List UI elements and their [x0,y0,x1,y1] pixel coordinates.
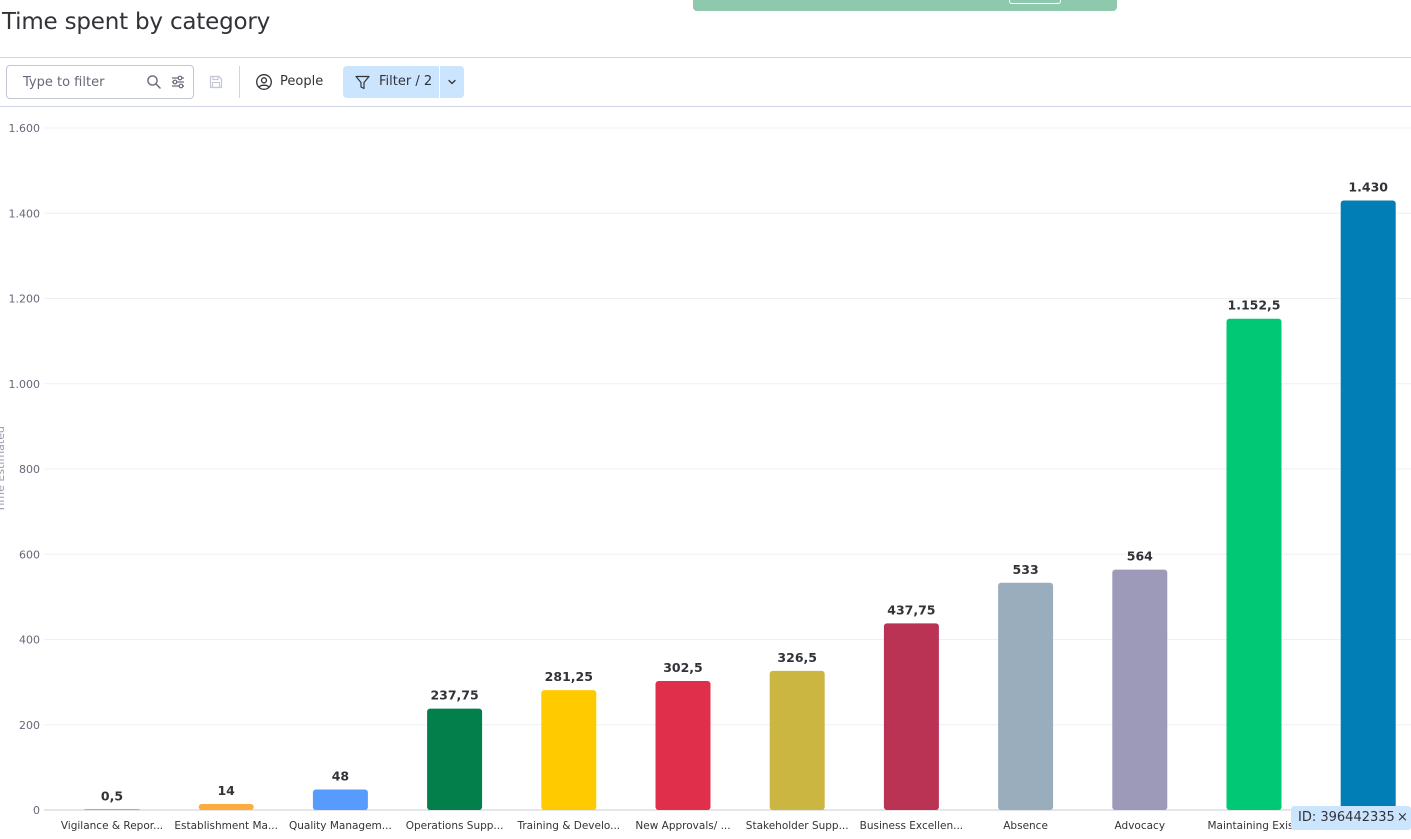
x-tick-label: Establishment Ma... [174,820,278,832]
x-tick-label: Absence [1003,820,1048,832]
y-tick-label: 1.000 [9,378,41,391]
bar-value-label: 1.430 [1348,179,1388,194]
y-tick-label: 1.200 [9,293,41,306]
bar-value-label: 1.152,5 [1228,298,1281,313]
bar-chart: 0 200 400 600 800 1.000 1.200 1.400 1.600 Time Es… [0,107,1411,839]
toolbar: Type to filter People Filter / 2 [0,58,1411,106]
x-tick-label: Quality Managem... [289,820,392,832]
bar [883,623,939,810]
search-placeholder: Type to filter [23,75,105,90]
person-circle-icon [256,74,272,90]
bar-value-label: 533 [1013,562,1039,577]
filter-button[interactable]: Filter / 2 [343,66,439,98]
bar-value-label: 564 [1127,549,1153,564]
bar [198,804,254,810]
x-tick-label: Maintaining Existi [1207,820,1300,832]
id-badge: ID: 396442335 × [1291,806,1411,830]
bar-value-label: 0,5 [101,788,123,803]
x-tick-label: Stakeholder Supp... [746,820,849,832]
search-input[interactable]: Type to filter [6,65,194,99]
x-tick-label: Training & Develo... [516,820,620,832]
y-tick-label: 400 [19,634,40,647]
y-tick-label: 200 [19,719,40,732]
x-tick-label: Operations Supp... [406,820,504,832]
bar [84,809,140,810]
bar-value-label: 48 [332,769,349,784]
x-tick-label: New Approvals/ ... [635,820,730,832]
toast-notification [693,0,1117,11]
bar-value-label: 302,5 [663,660,703,675]
bar-value-label: 281,25 [545,669,593,684]
sliders-icon[interactable] [170,74,186,90]
x-tick-label: Vigilance & Repor... [61,820,163,832]
bar [427,708,483,810]
x-tick-label: Business Excellen... [860,820,964,832]
bar [1226,318,1282,810]
y-tick-label: 1.600 [9,122,41,135]
bar [655,681,711,810]
bar-value-label: 237,75 [430,688,478,703]
toolbar-separator [239,66,240,98]
y-tick-label: 600 [19,548,40,561]
save-icon[interactable] [208,74,224,90]
y-tick-label: 800 [19,463,40,476]
filter-dropdown-button[interactable] [440,66,464,98]
y-tick-label: 1.400 [9,207,41,220]
people-filter-button[interactable]: People [248,66,332,98]
y-tick-label: 0 [33,804,40,817]
bar [769,670,825,810]
bar-value-label: 326,5 [777,650,817,665]
toast-action-button[interactable] [1009,0,1061,4]
filter-label: Filter / 2 [379,74,433,89]
people-label: People [280,74,324,89]
chevron-down-icon [448,79,456,85]
funnel-icon [355,75,370,90]
id-text: ID: 396442335 [1298,810,1395,825]
chart-canvas: 0 200 400 600 800 1.000 1.200 1.400 1.600 Time Es… [0,122,1411,832]
bar-value-label: 437,75 [887,602,935,617]
search-icon[interactable] [146,74,162,90]
bar-value-label: 14 [217,783,235,798]
bar [312,789,368,810]
bar [1112,569,1168,810]
x-tick-label: Advocacy [1115,820,1166,832]
y-axis-label: Time Estimated [0,426,7,513]
page-title: Time spent by category [2,9,271,35]
close-icon[interactable]: × [1397,810,1408,825]
bar [541,690,597,810]
bar [1340,200,1396,810]
bar [998,582,1054,810]
